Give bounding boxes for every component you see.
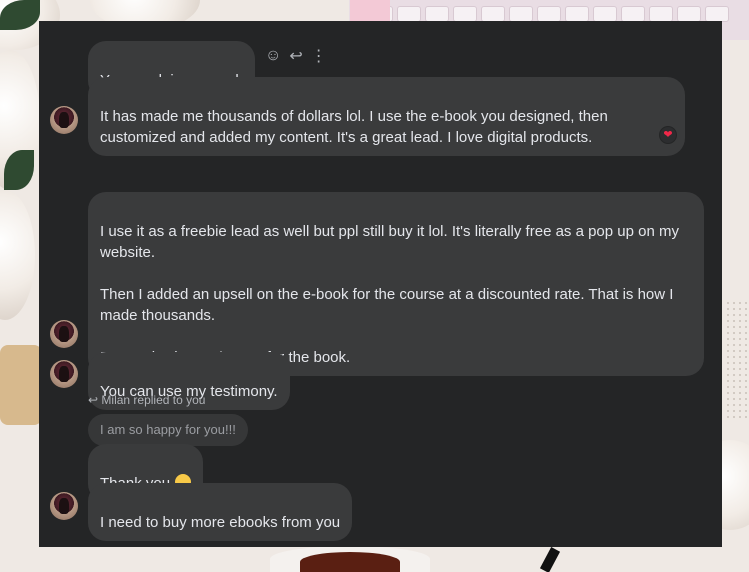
message-bubble[interactable]: It has made me thousands of dollars lol.… (88, 77, 685, 156)
reply-note: ↩ Milan replied to you (88, 393, 205, 407)
chat-panel: Your work is so good. ☺ ↩ ⋮ It has made … (39, 21, 722, 547)
avatar[interactable] (50, 360, 78, 388)
message-text: It has made me thousands of dollars lol.… (100, 108, 608, 146)
avatar[interactable] (50, 492, 78, 520)
message-bubble[interactable]: I use it as a freebie lead as well but p… (88, 192, 704, 376)
reply-arrow-icon: ↩ (88, 393, 99, 407)
avatar[interactable] (50, 106, 78, 134)
heart-reaction-icon[interactable]: ❤ (659, 126, 677, 144)
more-options-icon[interactable]: ⋮ (311, 46, 327, 66)
react-emoji-icon[interactable]: ☺ (265, 47, 281, 65)
reply-icon[interactable]: ↩ (289, 46, 302, 66)
quoted-text: I am so happy for you!!! (100, 422, 236, 437)
avatar[interactable] (50, 320, 78, 348)
message-actions: ☺ ↩ ⋮ (265, 46, 327, 66)
reply-note-text: Milan replied to you (101, 393, 206, 407)
quoted-message[interactable]: I am so happy for you!!! (88, 414, 248, 446)
message-text: I use it as a freebie lead as well but p… (100, 223, 679, 366)
message-bubble[interactable]: I need to buy more ebooks from you (88, 483, 353, 541)
message-text: I need to buy more ebooks from you (100, 514, 341, 531)
